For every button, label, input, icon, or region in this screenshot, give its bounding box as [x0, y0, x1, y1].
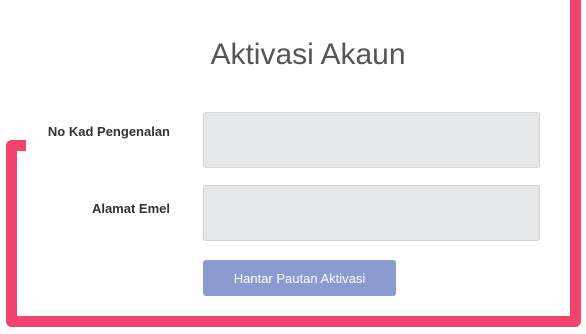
- activation-page: Aktivasi Akaun No Kad Pengenalan Alamat …: [0, 0, 586, 334]
- email-input[interactable]: [203, 185, 540, 241]
- frame-border-left-corner: [6, 140, 26, 151]
- page-title: Aktivasi Akaun: [210, 38, 406, 71]
- frame-border-bottom: [6, 316, 581, 327]
- frame-border-right: [570, 0, 581, 326]
- ic-number-label: No Kad Pengenalan: [47, 124, 170, 139]
- email-label: Alamat Emel: [91, 201, 170, 216]
- send-activation-link-button[interactable]: Hantar Pautan Aktivasi: [203, 260, 396, 296]
- frame-border-left: [6, 140, 17, 327]
- ic-number-input[interactable]: [203, 112, 540, 168]
